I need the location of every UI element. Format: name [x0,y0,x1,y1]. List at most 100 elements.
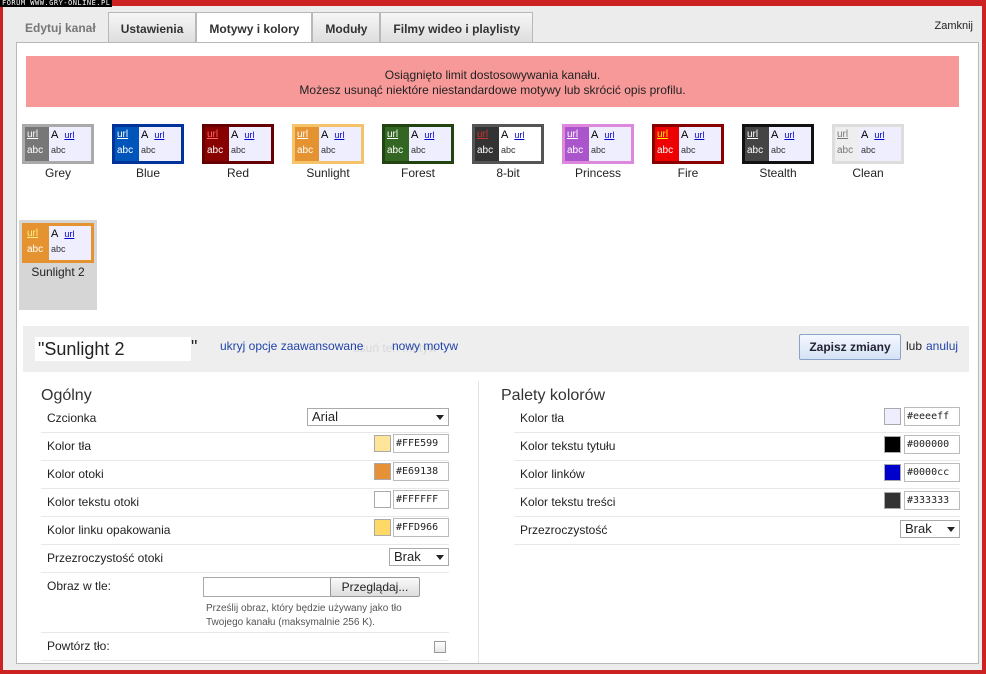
theme-name-label: Sunlight 2 [31,265,85,279]
bg-color-row: Kolor tła #FFE599 [41,433,449,461]
theme-name-label: Sunlight [306,166,350,180]
preview-content-area: Aurl abc [679,127,721,161]
theme-stealth[interactable]: url abc Aurl abc Stealth [739,121,817,211]
palette-body-text-swatch[interactable] [884,492,901,509]
preview-border-area: url abc [205,127,229,161]
palette-links-label: Kolor linków [520,467,585,481]
tab-videos-playlists[interactable]: Filmy wideo i playlisty [380,12,534,42]
theme-forest[interactable]: url abc Aurl abc Forest [379,121,457,211]
theme-red[interactable]: url abc Aurl abc Red [199,121,277,211]
theme-grey[interactable]: url abc Aurl abc Grey [19,121,97,211]
border-opacity-select[interactable]: Brak [389,548,449,566]
border-opacity-value: Brak [394,549,421,564]
font-row: Czcionka Arial [41,405,449,433]
save-button[interactable]: Zapisz zmiany [799,334,901,360]
browse-button[interactable]: Przeglądaj... [330,577,420,597]
preview-content-area: Aurl abc [49,127,91,161]
theme-name-label: Clean [852,166,884,180]
preview-url: url [747,129,759,140]
preview-body: abc [771,145,786,155]
preview-link: url [424,130,435,140]
palette-links-swatch[interactable] [884,464,901,481]
preview-content-area: Aurl abc [859,127,901,161]
palette-links-row: Kolor linków #0000cc [514,461,960,489]
palette-body-text-label: Kolor tekstu treści [520,495,616,509]
border-opacity-row: Przezroczystość otoki Brak [41,545,449,573]
preview-link: url [514,130,525,140]
palette-bg-field[interactable]: #eeeeff [904,407,960,426]
preview-a: A [771,129,779,141]
hide-advanced-link[interactable]: ukryj opcje zaawansowane [220,339,363,353]
theme-preview: url abc Aurl abc [832,124,904,164]
preview-a: A [321,129,329,141]
theme-name-label: Grey [44,166,71,180]
theme-name-input[interactable]: "Sunlight 2 [35,337,191,361]
theme-sunlight[interactable]: url abc Aurl abc Sunlight [289,121,367,211]
preview-body: abc [231,145,246,155]
preview-title-row: Aurl [499,127,541,144]
tab-bar: Edytuj kanał Ustawienia Motywy i kolory … [15,12,534,43]
palette-opacity-select[interactable]: Brak [900,520,960,538]
theme-8-bit[interactable]: url abc Aurl abc 8-bit [469,121,547,211]
chevron-down-icon [436,415,444,420]
preview-border-area: url abc [655,127,679,161]
preview-body: abc [51,145,66,155]
preview-title-row: Aurl [49,127,91,144]
preview-a: A [231,129,239,141]
or-text: lub [906,339,923,353]
palette-bg-swatch[interactable] [884,408,901,425]
repeat-bg-label: Powtórz tło: [47,639,110,653]
new-theme-link[interactable]: nowy motyw [392,339,458,353]
preview-body: abc [501,145,516,155]
border-color-swatch[interactable] [374,463,391,480]
preview-url: url [387,129,399,140]
theme-name-bar: "Sunlight 2 " usuń ten motyw ukryj opcje… [23,326,969,372]
wrap-link-field[interactable]: #FFD966 [393,518,449,537]
theme-preview: url abc Aurl abc [472,124,544,164]
border-text-swatch[interactable] [374,491,391,508]
theme-sunlight-2[interactable]: url abc Aurl abc Sunlight 2 [19,220,97,310]
preview-a: A [591,129,599,141]
palette-links-field[interactable]: #0000cc [904,463,960,482]
theme-name-label: Forest [400,166,435,180]
border-color-field[interactable]: #E69138 [393,462,449,481]
forum-watermark: FORUM WWW.GRY-ONLINE.PL [0,0,113,7]
preview-body: abc [141,145,156,155]
preview-border-area: url abc [25,226,49,260]
bg-color-swatch[interactable] [374,435,391,452]
theme-preview: url abc Aurl abc [382,124,454,164]
palette-title-text-field[interactable]: #000000 [904,435,960,454]
general-title: Ogólny [41,387,92,404]
preview-title-row: Aurl [409,127,451,144]
palette-title-text-swatch[interactable] [884,436,901,453]
preview-border-area: url abc [115,127,139,161]
tab-themes-colors[interactable]: Motywy i kolory [196,12,313,43]
preview-title-row: Aurl [139,127,181,144]
theme-clean[interactable]: url abc Aurl abc Clean [829,121,907,211]
close-link[interactable]: Zamknij [934,20,973,32]
theme-name-label: Blue [135,166,161,180]
wrap-link-swatch[interactable] [374,519,391,536]
palette-body-text-field[interactable]: #333333 [904,491,960,510]
preview-link: url [694,130,705,140]
theme-name-label: Stealth [759,166,797,180]
theme-princess[interactable]: url abc Aurl abc Princess [559,121,637,211]
tab-settings[interactable]: Ustawienia [107,12,197,42]
theme-preview: url abc Aurl abc [202,124,274,164]
tab-modules[interactable]: Moduły [312,12,381,42]
hint-line-2: Twojego kanału (maksymalnie 256 K). [206,617,375,628]
repeat-bg-checkbox[interactable] [434,641,446,653]
repeat-bg-row: Powtórz tło: [41,633,449,661]
preview-abc: abc [477,145,494,156]
theme-blue[interactable]: url abc Aurl abc Blue [109,121,187,211]
preview-title-row: Aurl [49,226,91,243]
border-text-field[interactable]: #FFFFFF [393,490,449,509]
cancel-link[interactable]: anuluj [926,339,958,353]
bg-image-file-field[interactable] [203,577,331,597]
theme-preview: url abc Aurl abc [562,124,634,164]
bg-color-field[interactable]: #FFE599 [393,434,449,453]
theme-fire[interactable]: url abc Aurl abc Fire [649,121,727,211]
preview-border-area: url abc [565,127,589,161]
font-select[interactable]: Arial [307,408,449,426]
preview-body: abc [321,145,336,155]
